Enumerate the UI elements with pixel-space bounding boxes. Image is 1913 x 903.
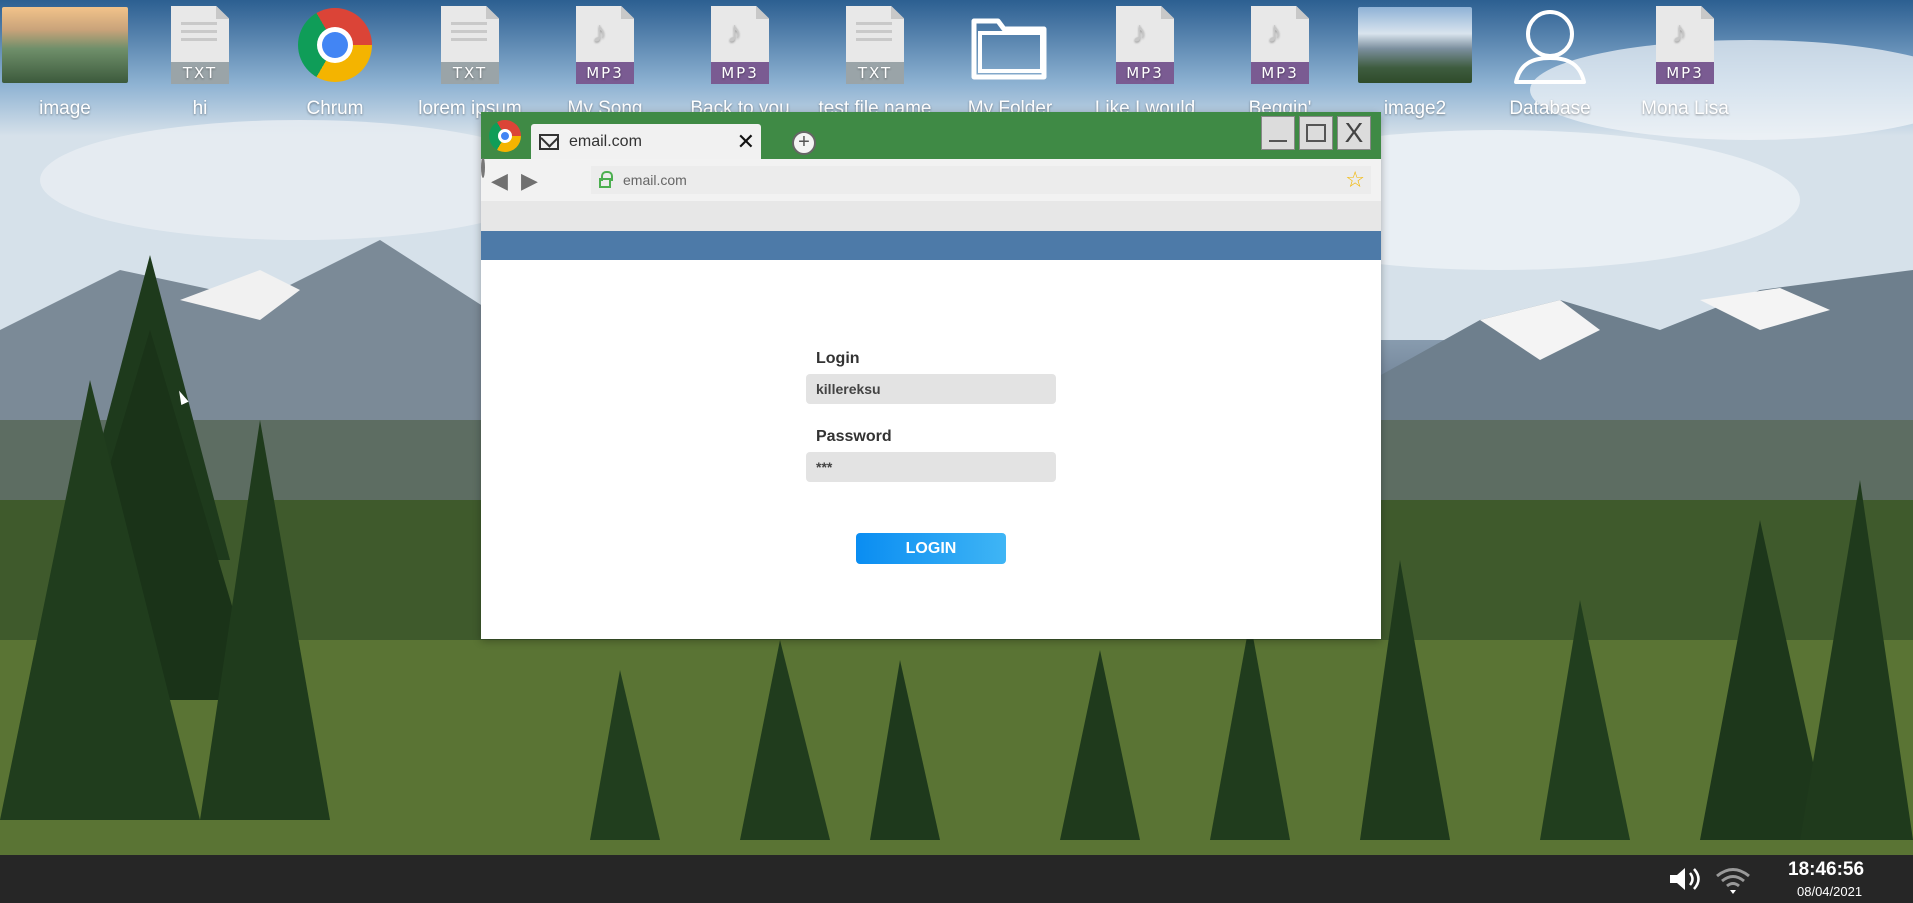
forward-arrow-icon[interactable]: ▶ bbox=[521, 170, 547, 192]
desktop-icon-my-song[interactable]: ♪ MP3 My Song bbox=[540, 6, 670, 120]
clock-time: 18:46:56 bbox=[1788, 859, 1865, 880]
login-input[interactable]: killereksu bbox=[806, 374, 1056, 404]
mp3-file-icon: ♪ MP3 bbox=[576, 6, 634, 84]
title-bar[interactable]: email.com ✕ + X bbox=[481, 112, 1381, 159]
desktop-icon-like-i-would[interactable]: ♪ MP3 Like I would bbox=[1080, 6, 1210, 120]
volume-icon[interactable] bbox=[1668, 866, 1702, 892]
address-bar[interactable]: email.com ☆ bbox=[591, 166, 1371, 194]
site-header-bar bbox=[481, 231, 1381, 260]
desktop-icon-back-to-you[interactable]: ♪ MP3 Back to you bbox=[675, 6, 805, 120]
mp3-file-icon: ♪ MP3 bbox=[1116, 6, 1174, 84]
bookmarks-bar bbox=[481, 201, 1381, 231]
desktop-icon-mona-lisa[interactable]: ♪ MP3 Mona Lisa bbox=[1620, 6, 1750, 120]
image-thumbnail-icon bbox=[1358, 7, 1472, 83]
desktop-icon-label: Mona Lisa bbox=[1641, 98, 1729, 119]
desktop-icon-my-folder[interactable]: My Folder bbox=[945, 6, 1075, 120]
browser-logo-icon bbox=[489, 120, 521, 152]
browser-logo-icon bbox=[298, 8, 372, 82]
login-label: Login bbox=[816, 350, 860, 367]
tab-title: email.com bbox=[569, 132, 642, 150]
desktop-icon-beggin[interactable]: ♪ MP3 Beggin' bbox=[1215, 6, 1345, 120]
new-tab-button[interactable]: + bbox=[792, 131, 816, 155]
maximize-icon bbox=[1306, 124, 1326, 142]
clock-date: 08/04/2021 bbox=[1797, 884, 1863, 899]
address-text[interactable]: email.com bbox=[623, 172, 1345, 188]
image-thumbnail-icon bbox=[2, 7, 128, 83]
tab-email[interactable]: email.com ✕ bbox=[531, 124, 761, 159]
desktop-icon-hi[interactable]: TXT hi bbox=[135, 6, 265, 120]
desktop-icon-image[interactable]: image bbox=[0, 6, 130, 120]
lock-icon bbox=[599, 171, 613, 188]
browser-window: email.com ✕ + X ◀ ▶ email.com ☆ Login ki… bbox=[481, 112, 1381, 639]
mp3-file-icon: ♪ MP3 bbox=[711, 6, 769, 84]
password-label: Password bbox=[816, 428, 892, 445]
mail-icon bbox=[539, 133, 559, 150]
desktop-icon-test-file-name[interactable]: TXT test file name bbox=[810, 6, 940, 120]
desktop-icon-chrum[interactable]: Chrum bbox=[270, 6, 400, 120]
txt-file-icon: TXT bbox=[171, 6, 229, 84]
desktop-icon-database[interactable]: Database bbox=[1485, 6, 1615, 120]
desktop-icon-label: Chrum bbox=[306, 98, 364, 119]
minimize-icon bbox=[1269, 140, 1287, 142]
desktop-icon-image2[interactable]: image2 bbox=[1350, 6, 1480, 120]
txt-file-icon: TXT bbox=[846, 6, 904, 84]
mp3-file-icon: ♪ MP3 bbox=[1656, 6, 1714, 84]
login-button[interactable]: LOGIN bbox=[856, 533, 1006, 564]
tab-close-button[interactable]: ✕ bbox=[737, 130, 755, 153]
minimize-button[interactable] bbox=[1261, 116, 1295, 150]
maximize-button[interactable] bbox=[1299, 116, 1333, 150]
desktop-icon-label: image bbox=[39, 98, 91, 119]
bookmark-star-icon[interactable]: ☆ bbox=[1345, 167, 1365, 193]
desktop-icon-label: Database bbox=[1509, 98, 1591, 119]
wifi-icon[interactable] bbox=[1714, 865, 1752, 895]
reload-icon[interactable] bbox=[481, 157, 485, 178]
person-icon bbox=[1514, 10, 1586, 84]
desktop-icon-label: hi bbox=[192, 98, 208, 119]
mp3-file-icon: ♪ MP3 bbox=[1251, 6, 1309, 84]
password-input[interactable]: *** bbox=[806, 452, 1056, 482]
login-form: Login killereksu Password *** bbox=[806, 350, 1056, 482]
back-arrow-icon[interactable]: ◀ bbox=[491, 170, 517, 192]
navigation-bar: ◀ ▶ email.com ☆ bbox=[481, 157, 1381, 201]
folder-icon bbox=[971, 18, 1047, 80]
desktop-icon-lorem-ipsum[interactable]: TXT lorem ipsum bbox=[405, 6, 535, 120]
txt-file-icon: TXT bbox=[441, 6, 499, 84]
close-window-button[interactable]: X bbox=[1337, 116, 1371, 150]
taskbar: 18:46:56 08/04/2021 bbox=[0, 855, 1913, 903]
